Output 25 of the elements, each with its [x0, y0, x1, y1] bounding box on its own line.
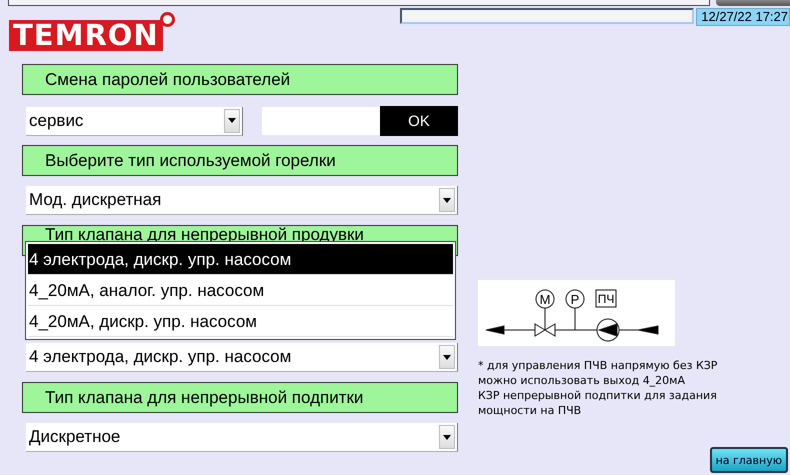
date-time: 12/27/22 17:27 [696, 8, 790, 26]
dropdown[interactable]: 4 электрода, дискр. упр. насосом [26, 343, 458, 372]
dropdown[interactable]: Дискретное [26, 423, 458, 452]
diagram-label: ПЧ [598, 292, 614, 306]
top-button[interactable] [716, 0, 790, 6]
dropdown[interactable]: сервис [26, 106, 243, 136]
caret-icon [443, 354, 451, 360]
note-text: * для управления ПЧВ напрямую без КЗР можно использовать выход 4_20мА КЗР непрерывной подпитки для задания мощности на ПЧВ [478, 358, 718, 418]
logo: TEMRON [9, 20, 163, 51]
logo-ring-icon [160, 12, 175, 27]
section-header: Выберите тип используемой горелки [22, 145, 458, 176]
diagram-label: P [570, 292, 580, 307]
section-header: Смена паролей пользователей [22, 64, 458, 95]
section-header: Тип клапана для непрерывной подпитки [22, 382, 458, 413]
home-button[interactable]: на главную [710, 447, 788, 473]
caret-icon [443, 198, 451, 202]
ok-button[interactable]: OK [380, 106, 458, 136]
password-field[interactable] [262, 107, 380, 135]
diagram-label: M [540, 292, 550, 307]
caret-icon [228, 118, 236, 123]
dropdown-option[interactable]: 4 электрода, дискр. упр. насосом [28, 244, 453, 275]
dropdown[interactable]: Мод. дискретная [26, 186, 458, 215]
dropdown-option[interactable]: 4_20мА, дискр. упр. насосом [28, 306, 453, 337]
caret-icon [443, 434, 451, 440]
dropdown-option[interactable]: 4_20мА, аналог. упр. насосом [28, 275, 453, 306]
